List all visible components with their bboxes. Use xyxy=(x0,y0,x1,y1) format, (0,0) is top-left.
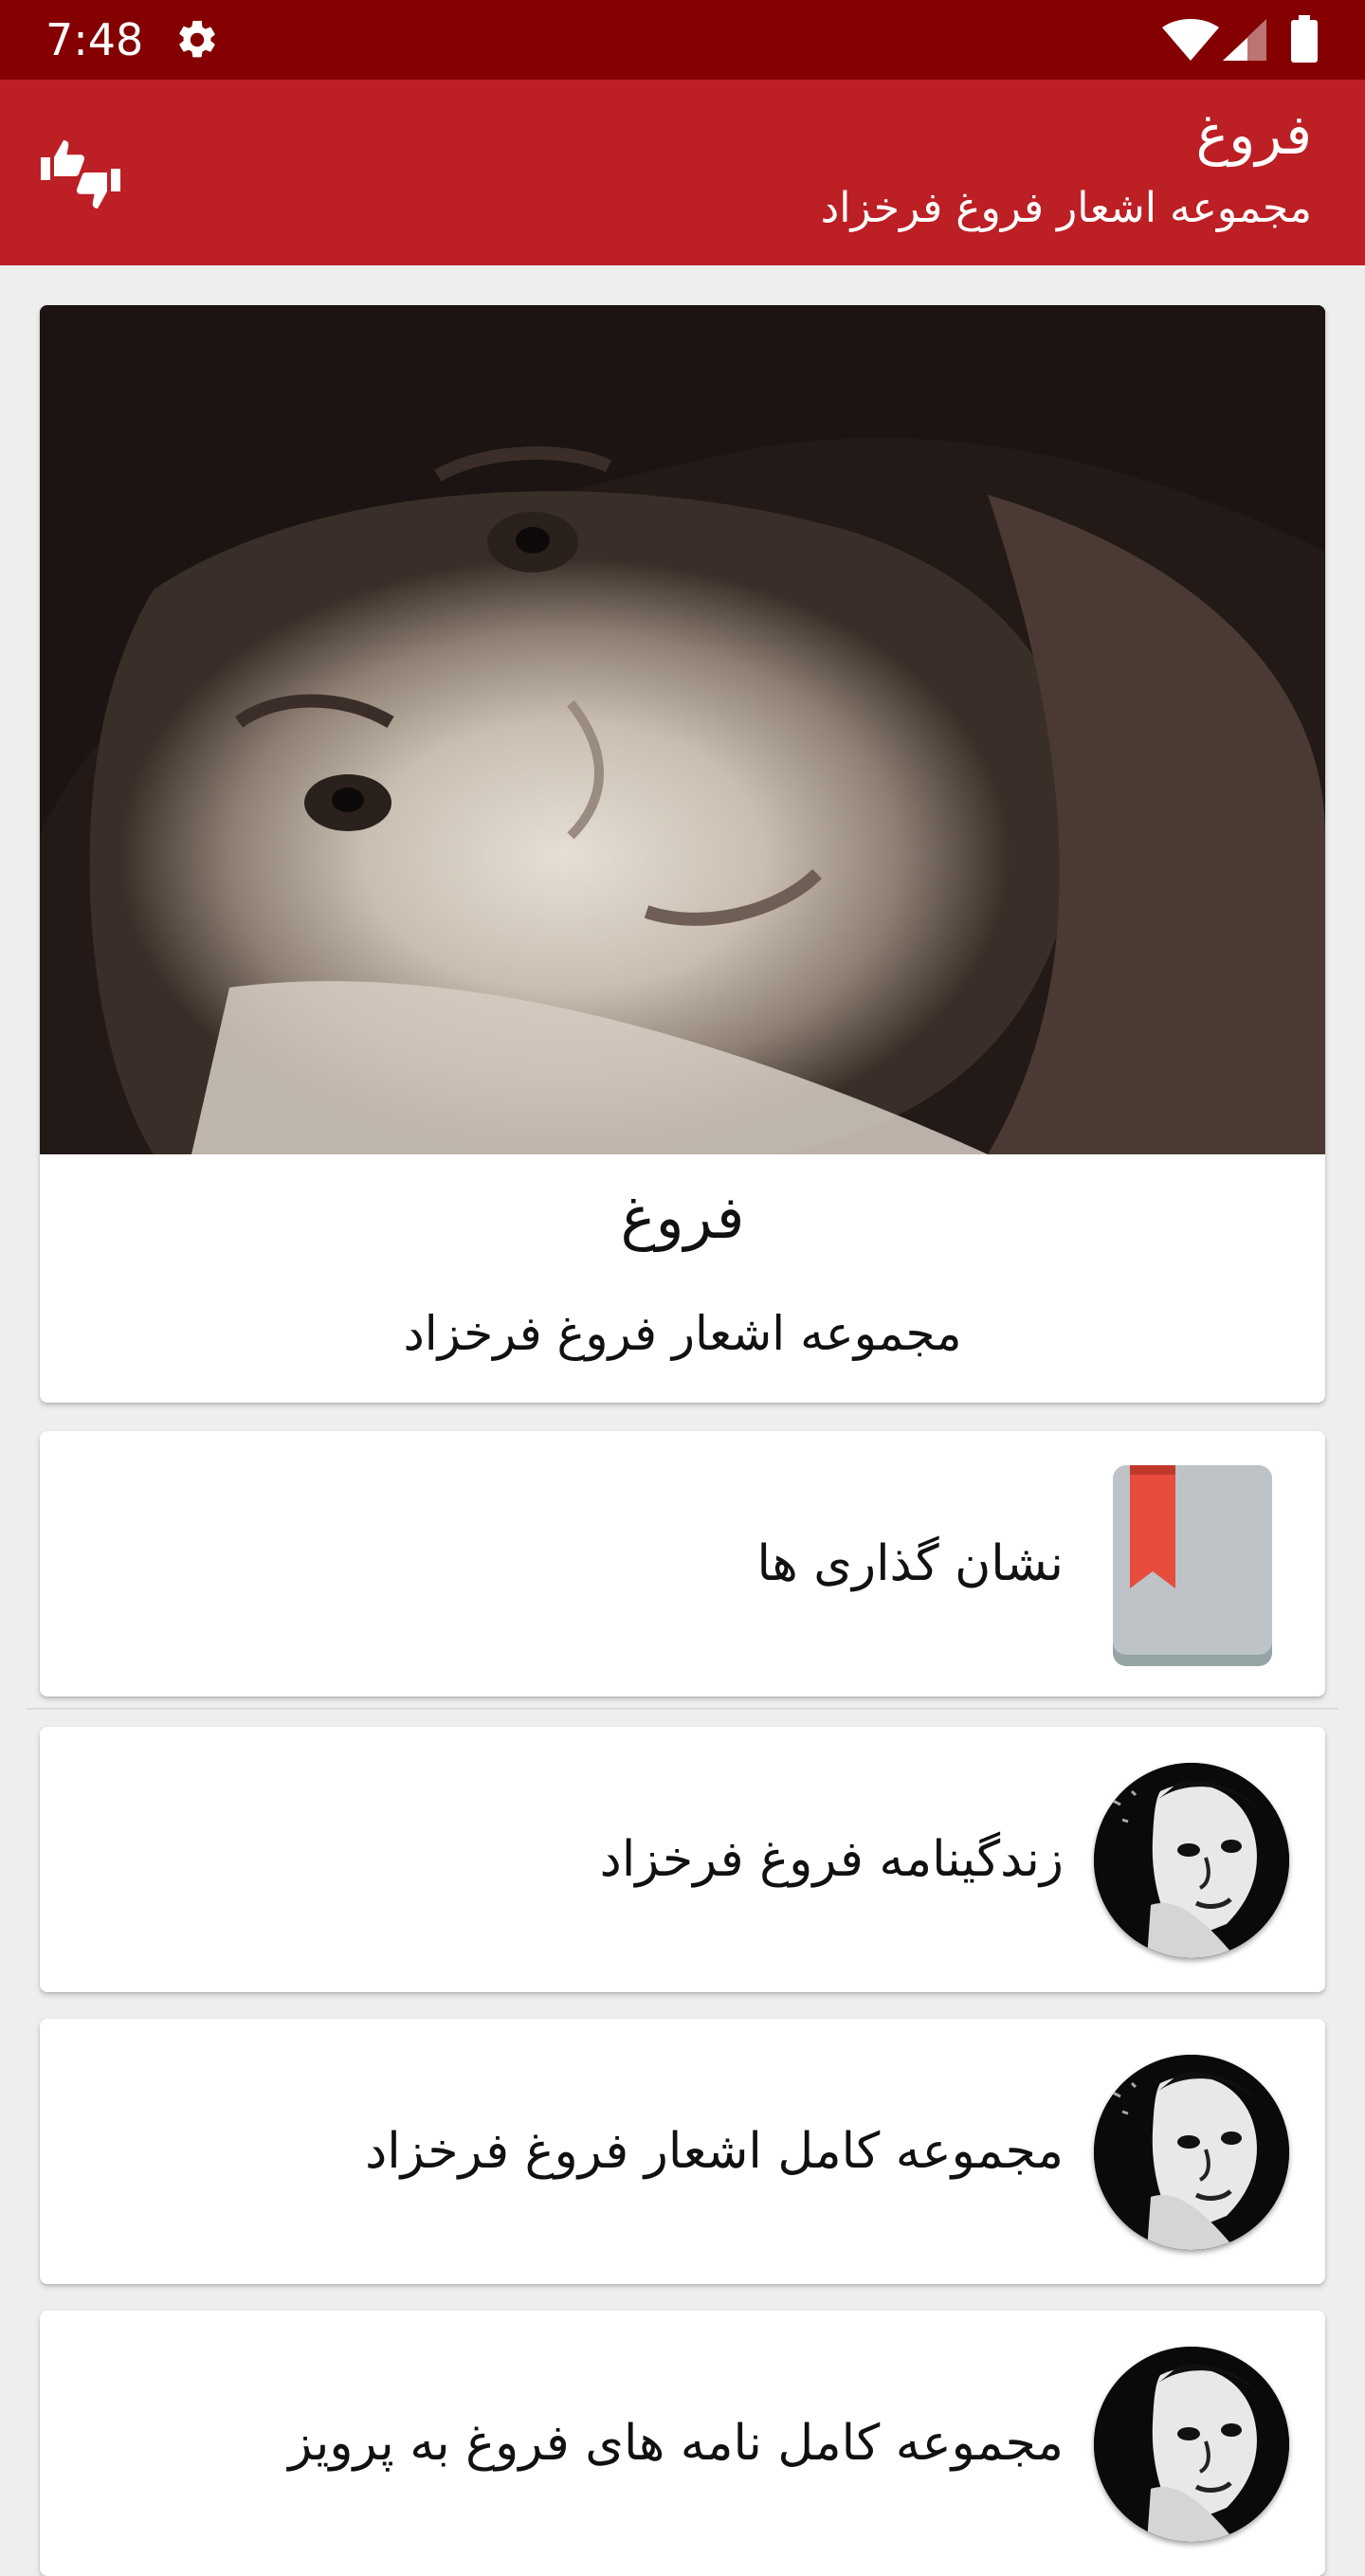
status-time: 7:48 xyxy=(46,14,144,65)
hero-card[interactable]: فروغ مجموعه اشعار فروغ فرخزاد xyxy=(40,305,1325,1403)
list-item-label: نشان گذاری ها xyxy=(756,1535,1064,1592)
list-item-complete-poems[interactable]: مجموعه کامل اشعار فروغ فرخزاد xyxy=(40,2019,1325,2284)
app-subtitle: مجموعه اشعار فروغ فرخزاد xyxy=(820,184,1312,232)
wifi-icon xyxy=(1162,19,1219,61)
gear-icon xyxy=(179,20,215,58)
battery-icon xyxy=(1291,15,1318,63)
status-bar: 7:48 xyxy=(0,0,1365,80)
portrait-illustration xyxy=(40,305,1325,1154)
hero-title: فروغ xyxy=(620,1183,745,1252)
app-bar: فروغ مجموعه اشعار فروغ فرخزاد xyxy=(0,80,1365,265)
portrait-avatar xyxy=(1094,1763,1289,1958)
signal-icon xyxy=(1223,19,1266,61)
app-title: فروغ xyxy=(1195,102,1312,167)
list-item-label: مجموعه کامل نامه های فروغ به پرویز xyxy=(288,2415,1064,2472)
hero-subtitle: مجموعه اشعار فروغ فرخزاد xyxy=(403,1306,962,1361)
list-item-label: زندگینامه فروغ فرخزاد xyxy=(599,1831,1064,1888)
list-item-letters[interactable]: مجموعه کامل نامه های فروغ به پرویز xyxy=(40,2311,1325,2576)
bookmark-icon xyxy=(1113,1465,1272,1666)
rate-button[interactable] xyxy=(28,127,133,222)
list-item-bookmarks[interactable]: نشان گذاری ها xyxy=(40,1431,1325,1696)
poet-portrait-photo xyxy=(40,305,1325,1154)
thumbs-up-down-icon xyxy=(41,140,120,209)
portrait-avatar xyxy=(1094,2347,1289,2542)
list-item-label: مجموعه کامل اشعار فروغ فرخزاد xyxy=(365,2123,1064,2180)
divider xyxy=(27,1708,1338,1710)
portrait-avatar xyxy=(1094,2055,1289,2250)
list-item-biography[interactable]: زندگینامه فروغ فرخزاد xyxy=(40,1727,1325,1992)
